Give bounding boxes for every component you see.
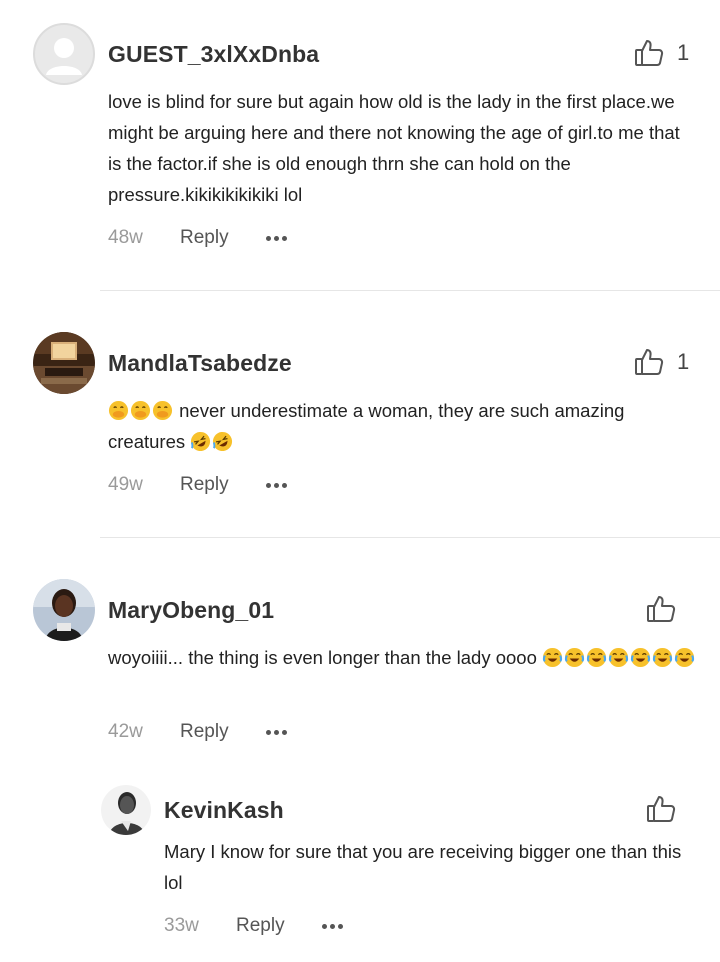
thumbs-up-icon: [634, 347, 664, 377]
comment-age: 49w: [108, 474, 143, 495]
comment-age: 33w: [164, 915, 199, 936]
comment-username[interactable]: MandlaTsabedze: [108, 350, 292, 377]
like-button[interactable]: 1: [634, 38, 689, 68]
comment-text-content: woyoiiii... the thing is even longer tha…: [108, 647, 537, 668]
thumbs-up-icon: [634, 38, 664, 68]
reply-button[interactable]: Reply: [180, 227, 266, 249]
rolling-on-floor-laughing-emoji: [213, 431, 233, 452]
divider: [100, 537, 720, 538]
man-photo-avatar[interactable]: [101, 785, 151, 835]
tears-of-joy-emoji: [652, 647, 673, 668]
like-count: 1: [677, 349, 690, 374]
reply-button[interactable]: Reply: [180, 474, 266, 496]
tears-of-joy-emoji: [674, 647, 695, 668]
face-with-hand-over-mouth-emoji: [152, 400, 173, 421]
woman-photo-avatar[interactable]: [33, 579, 95, 641]
comment-username[interactable]: GUEST_3xlXxDnba: [108, 41, 319, 68]
like-button[interactable]: 1: [634, 347, 689, 377]
more-options-icon[interactable]: [266, 482, 287, 488]
comment-meta: 42w Reply: [108, 721, 287, 743]
tears-of-joy-emoji: [586, 647, 607, 668]
tears-of-joy-emoji: [564, 647, 585, 668]
comment-text: never underestimate a woman, they are su…: [108, 395, 698, 457]
more-options-icon[interactable]: [266, 729, 287, 735]
rolling-on-floor-laughing-emoji: [191, 431, 211, 452]
divider: [100, 290, 720, 291]
default-avatar-icon[interactable]: [33, 23, 95, 85]
like-button[interactable]: [646, 594, 689, 624]
tears-of-joy-emoji: [608, 647, 629, 668]
comment-meta: 49w Reply: [108, 474, 287, 496]
comment-username[interactable]: KevinKash: [164, 797, 284, 824]
thumbs-up-icon: [646, 794, 676, 824]
comment-meta: 48w Reply: [108, 227, 287, 249]
like-button[interactable]: [646, 794, 689, 824]
more-options-icon[interactable]: [266, 235, 287, 241]
comment-meta: 33w Reply: [164, 915, 343, 937]
like-count: 1: [677, 40, 690, 65]
tears-of-joy-emoji: [630, 647, 651, 668]
tears-of-joy-emoji: [542, 647, 563, 668]
reply-button[interactable]: Reply: [236, 915, 322, 937]
comment-text: love is blind for sure but again how old…: [108, 91, 680, 205]
comment-text: woyoiiii... the thing is even longer tha…: [108, 642, 698, 673]
comment-age: 42w: [108, 721, 143, 742]
comment-text: Mary I know for sure that you are receiv…: [164, 841, 682, 893]
comment-username[interactable]: MaryObeng_01: [108, 597, 274, 624]
face-with-hand-over-mouth-emoji: [130, 400, 151, 421]
comment-age: 48w: [108, 227, 143, 248]
reply-button[interactable]: Reply: [180, 721, 266, 743]
more-options-icon[interactable]: [322, 923, 343, 929]
face-with-hand-over-mouth-emoji: [108, 400, 129, 421]
comment-text-content: never underestimate a woman, they are su…: [108, 400, 625, 452]
room-photo-avatar[interactable]: [33, 332, 95, 394]
thumbs-up-icon: [646, 594, 676, 624]
